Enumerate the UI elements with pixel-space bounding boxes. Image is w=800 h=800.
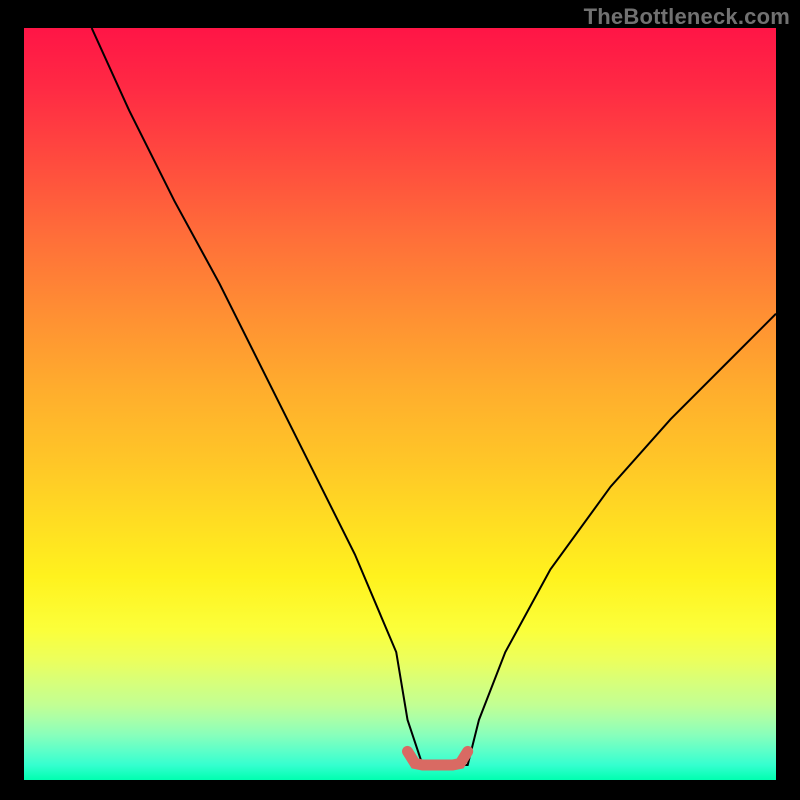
bottleneck-curve xyxy=(92,28,776,765)
watermark-text: TheBottleneck.com xyxy=(584,4,790,30)
chart-frame: TheBottleneck.com xyxy=(0,0,800,800)
bottom-marker-curve xyxy=(408,751,468,765)
plot-area xyxy=(24,28,776,780)
curve-layer xyxy=(24,28,776,780)
